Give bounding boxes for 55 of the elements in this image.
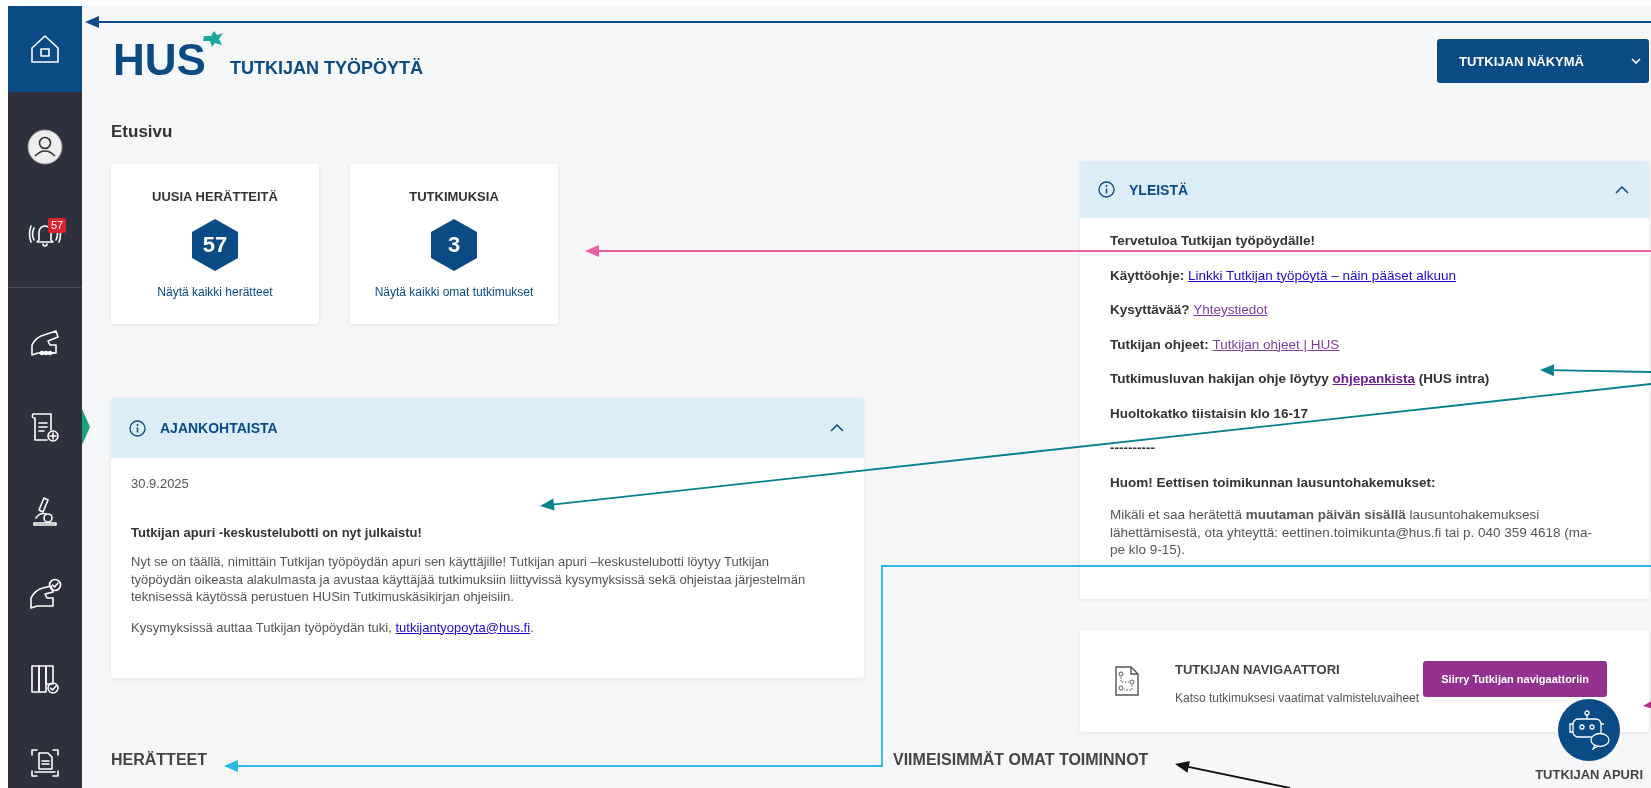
info-text: Huoltokatko tiistaisin klo 16-17 [1110,404,1310,423]
navigator-text: Katso tutkimuksesi vaatimat valmisteluvaiheet [1175,690,1420,705]
section-heading: HERÄTTEET [111,751,208,769]
page-title: Etusivu [111,122,174,143]
info-text: Tervetuloa Tutkijan työpöydälle! [1110,232,1317,250]
scroll-plus-icon [29,410,61,444]
chatbot-label: TUTKIJAN APURI [1535,767,1643,782]
panel-header[interactable]: AJANKOHTAISTA [111,398,864,458]
chevron-down-icon [1631,58,1641,64]
card-link[interactable]: Näytä kaikki omat tutkimukset [374,285,534,299]
card-title: TUTKIMUKSIA [409,189,499,204]
books-check-icon [29,662,61,696]
info-icon [1098,181,1115,198]
info-text: Huom! Eettisen toimikunnan lausuntohakemukset: [1110,473,1437,492]
news-text: Kysymyksissä auttaa Tutkijan työpöydän tuki, tutkijantyopoyta@hus.fi. [131,618,535,636]
news-headline: Tutkijan apuri -keskustelubotti on nyt julkaistu! [131,525,423,540]
count-badge: 57 [192,219,238,271]
card-link[interactable]: Näytä kaikki herätteet [157,285,273,299]
info-link[interactable]: ohjepankista [1332,371,1416,386]
count-badge: 3 [431,219,477,271]
info-link[interactable]: Yhteystiedot [1193,302,1268,317]
app-title: TUTKIJAN TYÖPÖYTÄ [229,58,423,79]
info-text: ---------- [1110,439,1156,457]
info-text: Käyttöohje: Linkki Tutkijan työpöytä – näin pääset alkuun [1110,266,1457,285]
sidebar-item[interactable] [8,6,82,92]
info-icon [129,419,146,437]
chevron-icon[interactable] [1615,185,1629,194]
info-link[interactable]: Tutkijan ohjeet | HUS [1212,336,1340,352]
news-text: Nyt se on täällä, nimittäin Tutkijan työpöydän apuri sen käyttäjille! Tutkijan apuri –keskustelubotti löytyy Tutkijan työpöydän oikeasta alakulmasta ja avustaa käyttäjää tutkimuksiin liittyvissä kysymyksissä sekä ohjeistaa järjestelmän teknisessä käytössä perustuen HUSin Tutkimuskäsikirjan ohjeisiin. [131,553,807,606]
navigator-title: TUTKIJAN NAVIGAATTORI [1175,661,1341,677]
info-link[interactable]: Linkki Tutkijan työpöytä – näin pääset alkuun [1188,267,1456,283]
info-text: Kysyttävää? Yhteystiedot [1110,301,1269,319]
sidebar-item[interactable]: 57 [8,190,82,276]
navigator-button[interactable]: Siirry Tutkijan navigaattoriin [1423,661,1608,697]
user-avatar-icon [27,129,63,165]
view-dropdown[interactable]: TUTKIJAN NÄKYMÄ [1437,39,1649,83]
info-text: Mikäli et saa herätettä muutaman päivän sisällä lausuntohakemuksesi lähettämisestä, ota yhteyttä: eettinen.toimikunta@hus.fi tai p. 040 359 4618 (ma-pe klo 9-15). [1110,506,1593,559]
section-heading: VIIMEISIMMÄT OMAT TOIMINNOT [893,751,1149,769]
panel-title: AJANKOHTAISTA [160,420,278,436]
robot-chat-icon [1567,710,1612,750]
document-scan-icon [29,747,61,779]
microscope-icon [30,494,60,528]
chevron-icon[interactable] [830,424,844,432]
logo-text: HUS [112,34,207,86]
card-title: UUSIA HERÄTTEITÄ [152,189,278,204]
hand-check-icon [27,578,63,612]
document-route-icon [1114,665,1140,697]
news-date: 30.9.2025 [131,476,190,491]
panel-header[interactable]: YLEISTÄ [1080,161,1649,218]
info-text: Tutkijan ohjeet: Tutkijan ohjeet | HUS [1110,335,1341,354]
notification-badge: 57 [48,218,67,233]
info-text: Tutkimusluvan hakijan ohje löytyy ohjepankista (HUS intra) [1110,370,1491,388]
home-icon [28,32,62,66]
hand-holding-tubes-icon [28,327,62,359]
panel-title: YLEISTÄ [1129,181,1189,198]
